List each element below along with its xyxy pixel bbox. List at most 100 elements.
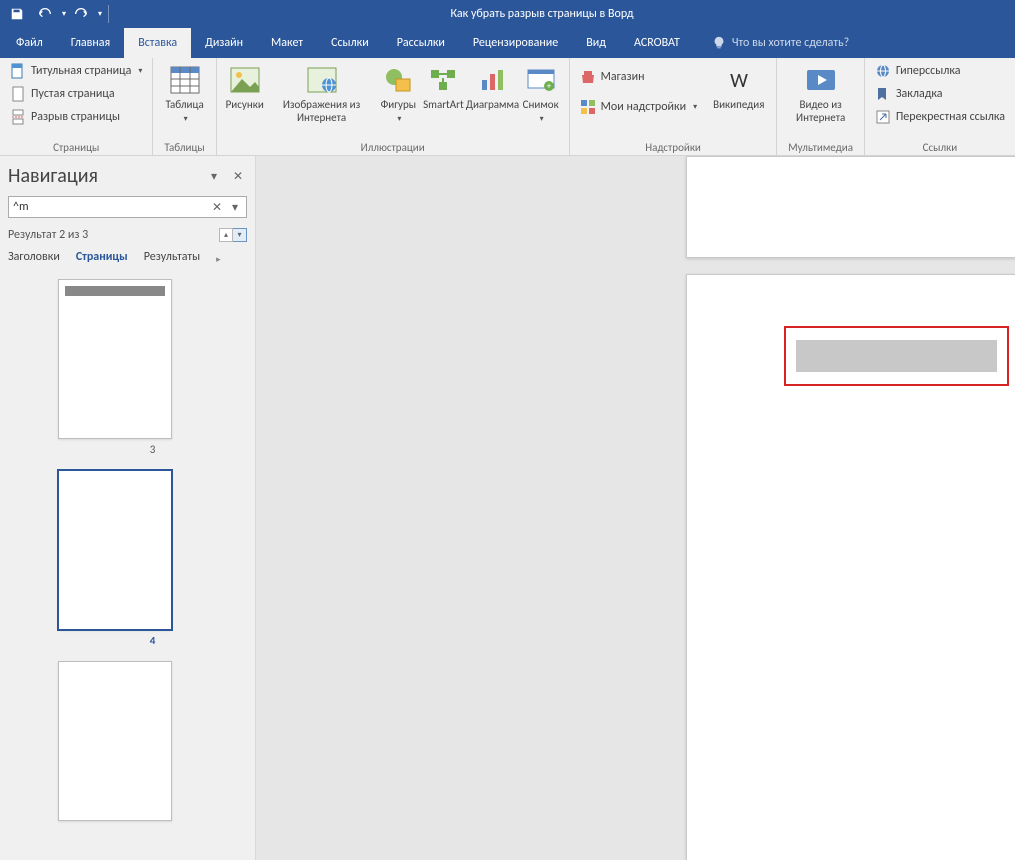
hyperlink-button[interactable]: Гиперссылка — [871, 60, 1009, 82]
group-pages: Титульная страница ▾ Пустая страница Раз… — [0, 58, 153, 155]
page-thumbnail[interactable] — [58, 279, 172, 439]
ribbon-tabs: Файл Главная Вставка Дизайн Макет Ссылки… — [0, 28, 1015, 58]
screenshot-icon: + — [525, 64, 557, 96]
highlighted-region — [784, 326, 1009, 386]
nav-tab-headings[interactable]: Заголовки — [8, 250, 60, 268]
tab-file[interactable]: Файл — [2, 28, 57, 58]
search-clear-button[interactable]: ✕ — [208, 198, 226, 216]
tell-me-search[interactable]: Что вы хотите сделать? — [712, 28, 849, 58]
search-dropdown-button[interactable]: ▾ — [226, 198, 244, 216]
page-break-button[interactable]: Разрыв страницы — [6, 106, 146, 128]
my-addins-button[interactable]: Мои надстройки ▾ — [576, 96, 701, 118]
tab-view[interactable]: Вид — [572, 28, 620, 58]
tab-mailings[interactable]: Рассылки — [383, 28, 459, 58]
qat-separator — [108, 5, 109, 23]
document-page[interactable] — [686, 156, 1015, 258]
store-label: Магазин — [601, 70, 645, 84]
nav-tabs-scroll-icon[interactable]: ▸ — [216, 254, 226, 265]
store-button[interactable]: Магазин — [576, 66, 701, 88]
tab-review[interactable]: Рецензирование — [459, 28, 572, 58]
pictures-icon — [229, 64, 261, 96]
shapes-button[interactable]: Фигуры▾ — [376, 60, 420, 126]
group-illustrations: Рисунки Изображения из Интернета Фигуры▾… — [217, 58, 570, 155]
chart-button[interactable]: Диаграмма — [466, 60, 518, 111]
nav-title: Навигация — [8, 164, 98, 188]
nav-menu-button[interactable]: ▾ — [205, 167, 223, 185]
nav-close-button[interactable]: ✕ — [229, 167, 247, 185]
shapes-icon — [382, 64, 414, 96]
cover-page-button[interactable]: Титульная страница ▾ — [6, 60, 146, 82]
svg-text:W: W — [730, 69, 748, 91]
store-icon — [580, 69, 596, 85]
tab-home[interactable]: Главная — [57, 28, 124, 58]
group-tables-label: Таблицы — [159, 139, 209, 155]
thumb-number: 3 — [58, 443, 247, 456]
table-button[interactable]: Таблица ▾ — [159, 60, 209, 126]
navigation-pane: Навигация ▾ ✕ ✕ ▾ Результат 2 из 3 ▴ ▾ З… — [0, 156, 256, 860]
workspace: Навигация ▾ ✕ ✕ ▾ Результат 2 из 3 ▴ ▾ З… — [0, 156, 1015, 860]
tab-acrobat[interactable]: ACROBAT — [620, 28, 694, 58]
my-addins-label: Мои надстройки — [601, 100, 686, 114]
smartart-button[interactable]: SmartArt — [420, 60, 466, 111]
group-illustrations-label: Иллюстрации — [223, 139, 563, 155]
tab-layout[interactable]: Макет — [257, 28, 317, 58]
wikipedia-icon: W — [723, 64, 755, 96]
page-break-icon — [10, 109, 26, 125]
hyperlink-label: Гиперссылка — [896, 64, 961, 78]
dropdown-icon: ▾ — [138, 66, 142, 76]
my-addins-icon — [580, 99, 596, 115]
undo-button[interactable] — [32, 2, 58, 26]
online-pictures-icon — [306, 64, 338, 96]
nav-tab-results[interactable]: Результаты — [144, 250, 200, 268]
redo-button[interactable] — [68, 2, 94, 26]
cover-page-icon — [10, 63, 26, 79]
nav-search-box[interactable]: ✕ ▾ — [8, 196, 247, 218]
crossref-label: Перекрестная ссылка — [896, 110, 1005, 124]
quick-access-toolbar: ▾ ▾ — [4, 2, 113, 26]
group-pages-label: Страницы — [6, 139, 146, 155]
smartart-icon — [427, 64, 459, 96]
nav-search-input[interactable] — [13, 200, 208, 214]
tab-insert[interactable]: Вставка — [124, 28, 191, 58]
page-break-label: Разрыв страницы — [31, 110, 120, 124]
video-icon — [805, 64, 837, 96]
svg-text:+: + — [546, 81, 551, 91]
page-thumbnail[interactable] — [58, 661, 172, 821]
screenshot-label: Снимок — [523, 98, 559, 111]
smartart-label: SmartArt — [423, 98, 464, 111]
result-next-button[interactable]: ▾ — [233, 228, 247, 242]
dropdown-icon: ▾ — [693, 102, 697, 112]
qat-customize-icon[interactable]: ▾ — [98, 9, 102, 19]
group-links-label: Ссылки — [871, 139, 1009, 155]
online-pictures-button[interactable]: Изображения из Интернета — [267, 60, 377, 124]
screenshot-button[interactable]: + Снимок▾ — [519, 60, 563, 126]
crossref-button[interactable]: Перекрестная ссылка — [871, 106, 1009, 128]
undo-dropdown-icon[interactable]: ▾ — [62, 9, 66, 19]
online-video-button[interactable]: Видео из Интернета — [783, 60, 857, 124]
blank-page-button[interactable]: Пустая страница — [6, 83, 146, 105]
page-thumbnail[interactable] — [58, 470, 172, 630]
bookmark-button[interactable]: Закладка — [871, 83, 1009, 105]
tab-design[interactable]: Дизайн — [191, 28, 257, 58]
redo-icon — [73, 7, 89, 21]
undo-icon — [37, 7, 53, 21]
wikipedia-button[interactable]: W Википедия — [707, 60, 770, 111]
pictures-label: Рисунки — [226, 98, 264, 111]
document-area[interactable] — [256, 156, 1015, 860]
page-thumbnails[interactable]: 3 4 — [8, 279, 247, 860]
nav-tab-pages[interactable]: Страницы — [76, 250, 128, 268]
dropdown-icon: ▾ — [184, 114, 188, 124]
pictures-button[interactable]: Рисунки — [223, 60, 267, 111]
table-label: Таблица — [165, 98, 203, 111]
blank-page-icon — [10, 86, 26, 102]
cover-page-label: Титульная страница — [31, 64, 131, 78]
group-media: Видео из Интернета Мультимедиа — [777, 58, 864, 155]
dropdown-icon: ▾ — [397, 114, 401, 124]
blank-page-label: Пустая страница — [31, 87, 115, 101]
save-icon — [10, 7, 24, 21]
save-button[interactable] — [4, 2, 30, 26]
tab-references[interactable]: Ссылки — [317, 28, 383, 58]
result-prev-button[interactable]: ▴ — [219, 228, 233, 242]
group-media-label: Мультимедиа — [783, 139, 857, 155]
hyperlink-icon — [875, 63, 891, 79]
